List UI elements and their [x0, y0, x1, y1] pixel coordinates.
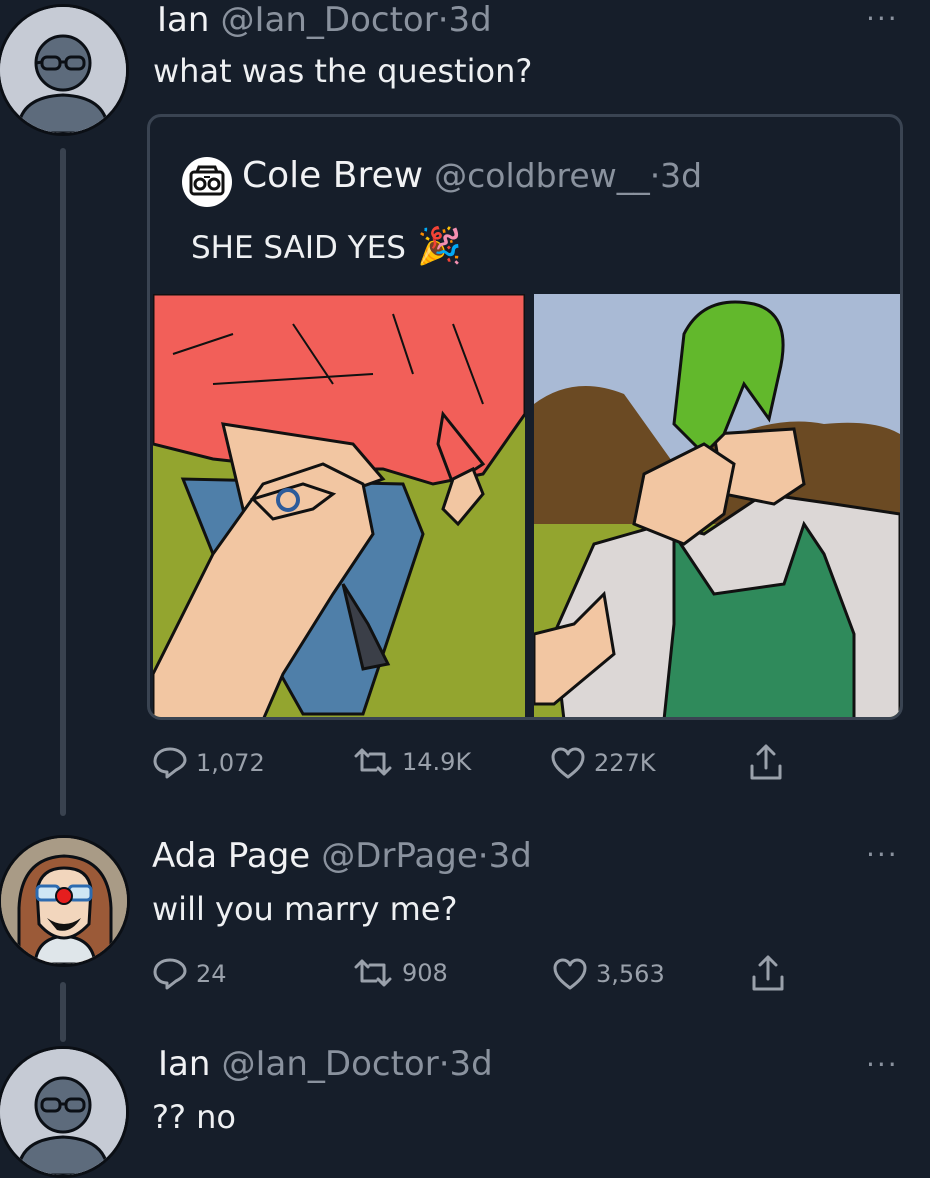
like-count: 3,563 — [596, 960, 665, 988]
tweet-time[interactable]: ·3d — [439, 1044, 493, 1084]
quoted-tweet-header: Cole Brew @coldbrew__·3d — [242, 155, 702, 196]
retweet-count: 908 — [402, 959, 448, 987]
share-icon — [750, 744, 782, 780]
like-button[interactable]: 227K — [550, 746, 656, 780]
quoted-tweet-time[interactable]: ·3d — [650, 156, 702, 195]
avatar-ian[interactable] — [0, 4, 129, 136]
tweet-text: ?? no — [152, 1098, 236, 1136]
tweet-text: will you marry me? — [152, 890, 458, 928]
party-popper-icon: 🎉 — [417, 226, 462, 267]
like-button[interactable]: 3,563 — [552, 957, 665, 991]
reply-icon — [153, 958, 187, 990]
avatar-ian-image — [0, 7, 126, 133]
avatar-ada-page[interactable] — [0, 835, 130, 967]
like-icon — [553, 958, 587, 990]
share-icon — [752, 955, 784, 991]
tweet-header: Ada Page @DrPage·3d — [152, 836, 532, 876]
avatar-ada-page-image — [1, 838, 127, 964]
boombox-icon — [189, 165, 225, 196]
more-icon[interactable]: ··· — [866, 838, 899, 871]
more-icon[interactable]: ··· — [866, 2, 899, 35]
tweet-header: Ian @Ian_Doctor·3d — [158, 1044, 493, 1084]
retweet-button[interactable]: 908 — [352, 957, 448, 989]
retweet-button[interactable]: 14.9K — [352, 746, 471, 778]
reply-count: 24 — [196, 960, 227, 988]
quoted-author-handle[interactable]: @coldbrew__ — [434, 156, 650, 195]
reply-icon — [153, 747, 187, 779]
tweet-text: what was the question? — [153, 52, 533, 90]
reply-count: 1,072 — [196, 749, 265, 777]
share-button[interactable] — [748, 742, 784, 782]
quoted-tweet-text-row: SHE SAID YES 🎉 — [191, 225, 462, 267]
author-handle[interactable]: @Ian_Doctor — [222, 1044, 439, 1084]
author-handle[interactable]: @Ian_Doctor — [221, 0, 438, 40]
retweet-icon — [354, 959, 392, 987]
thread-connector — [60, 982, 66, 1042]
quoted-tweet[interactable]: Cole Brew @coldbrew__·3d SHE SAID YES 🎉 — [147, 114, 903, 720]
reply-button[interactable]: 1,072 — [152, 746, 265, 780]
reply-button[interactable]: 24 — [152, 957, 227, 991]
retweet-count: 14.9K — [402, 748, 472, 776]
like-count: 227K — [594, 749, 656, 777]
author-handle[interactable]: @DrPage — [321, 836, 477, 876]
avatar-ian-image — [0, 1049, 126, 1175]
like-icon — [551, 747, 585, 779]
tweet-time[interactable]: ·3d — [438, 0, 492, 40]
quoted-tweet-text: SHE SAID YES — [191, 230, 406, 266]
avatar-ian[interactable] — [0, 1046, 129, 1178]
quoted-author-name[interactable]: Cole Brew — [242, 155, 423, 196]
quoted-image-ring-showoff[interactable] — [534, 294, 900, 720]
author-name[interactable]: Ian — [158, 1044, 210, 1084]
author-name[interactable]: Ian — [157, 0, 209, 40]
quoted-image-ring-hands[interactable] — [153, 294, 525, 720]
retweet-icon — [354, 748, 392, 776]
tweet-header: Ian @Ian_Doctor·3d — [157, 0, 492, 40]
share-button[interactable] — [750, 953, 786, 993]
tweet-time[interactable]: ·3d — [478, 836, 532, 876]
thread-connector — [60, 148, 66, 816]
author-name[interactable]: Ada Page — [152, 836, 310, 876]
more-icon[interactable]: ··· — [866, 1048, 899, 1081]
quoted-author-avatar[interactable] — [182, 157, 232, 207]
